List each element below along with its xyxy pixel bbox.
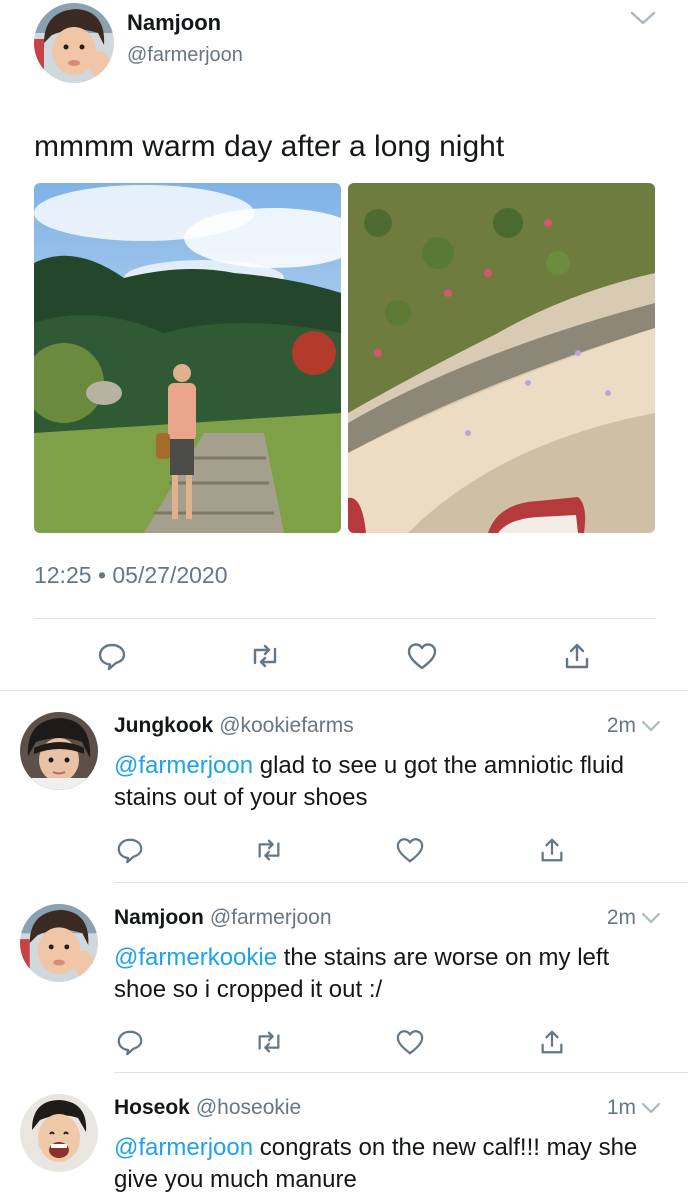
share-icon[interactable] — [536, 1026, 568, 1058]
tweet-photo-1[interactable] — [34, 183, 341, 533]
mention-link[interactable]: @farmerjoon — [114, 1134, 253, 1161]
reply-icon[interactable] — [114, 834, 146, 866]
mention-link[interactable]: @farmerjoon — [114, 752, 253, 779]
reply-author-name[interactable]: Namjoon — [114, 906, 204, 929]
reply-text: @farmerkookie the stains are worse on my… — [114, 942, 654, 1006]
reply-icon[interactable] — [94, 638, 130, 674]
chevron-down-icon[interactable] — [628, 8, 658, 33]
tweet-photo-2[interactable] — [348, 183, 655, 533]
reply-author-handle[interactable]: @hoseokie — [196, 1096, 301, 1119]
author-handle[interactable]: @farmerjoon — [127, 44, 243, 67]
share-icon[interactable] — [559, 638, 595, 674]
chevron-down-icon[interactable] — [640, 1100, 662, 1121]
share-icon[interactable] — [536, 834, 568, 866]
mention-link[interactable]: @farmerkookie — [114, 944, 277, 971]
heart-icon[interactable] — [404, 638, 440, 674]
reply-time: 1m — [606, 1096, 636, 1119]
tweet-timestamp: 12:25 • 05/27/2020 — [34, 562, 228, 588]
chevron-down-icon[interactable] — [640, 910, 662, 931]
tweet-text: mmmm warm day after a long night — [34, 130, 505, 163]
chevron-down-icon[interactable] — [640, 718, 662, 739]
divider — [34, 618, 655, 619]
retweet-icon[interactable] — [247, 638, 283, 674]
reply-tweet[interactable]: Jungkook @kookiefarms 2m @farmerjoon glad… — [0, 690, 688, 882]
reply-author[interactable]: Hoseok @hoseokie — [114, 1096, 301, 1120]
reply-text: @farmerjoon congrats on the new calf!!! … — [114, 1132, 654, 1196]
avatar[interactable] — [20, 904, 98, 982]
retweet-icon[interactable] — [253, 834, 285, 866]
reply-text: @farmerjoon glad to see u got the amniot… — [114, 750, 654, 814]
avatar[interactable] — [20, 1094, 98, 1172]
reply-author-name[interactable]: Hoseok — [114, 1096, 190, 1119]
reply-author[interactable]: Jungkook @kookiefarms — [114, 714, 354, 738]
heart-icon[interactable] — [394, 834, 426, 866]
reply-tweet[interactable]: Namjoon @farmerjoon 2m @farmerkookie the … — [0, 882, 688, 1074]
reply-author-name[interactable]: Jungkook — [114, 714, 213, 737]
reply-icon[interactable] — [114, 1026, 146, 1058]
avatar[interactable] — [20, 712, 98, 790]
reply-author-handle[interactable]: @farmerjoon — [210, 906, 332, 929]
reply-tweet[interactable]: Hoseok @hoseokie 1m @farmerjoon congrats … — [0, 1072, 688, 1200]
reply-author[interactable]: Namjoon @farmerjoon — [114, 906, 332, 930]
avatar[interactable] — [34, 3, 114, 83]
reply-author-handle[interactable]: @kookiefarms — [219, 714, 354, 737]
retweet-icon[interactable] — [253, 1026, 285, 1058]
heart-icon[interactable] — [394, 1026, 426, 1058]
author-name[interactable]: Namjoon — [127, 10, 221, 36]
reply-time: 2m — [606, 906, 636, 929]
reply-time: 2m — [606, 714, 636, 737]
